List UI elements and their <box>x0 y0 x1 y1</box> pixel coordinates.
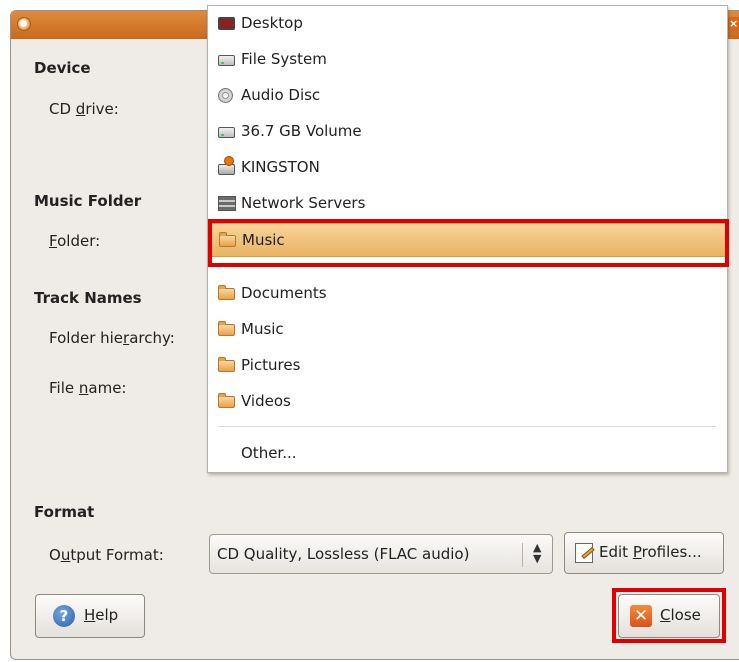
section-music-folder: Music Folder <box>34 192 142 210</box>
drive-icon <box>218 52 236 67</box>
menu-item-label: Desktop <box>241 14 303 32</box>
menu-item-pictures[interactable]: Pictures <box>209 349 726 383</box>
menu-item-videos[interactable]: Videos <box>209 385 726 419</box>
spin-arrows-icon: ▲ ▼ <box>533 541 542 565</box>
folder-icon <box>218 321 236 337</box>
output-format-select[interactable]: CD Quality, Lossless (FLAC audio) ▲ ▼ <box>209 534 553 574</box>
menu-item-label: KINGSTON <box>241 158 320 176</box>
menu-item-label: Other... <box>241 444 297 462</box>
menu-item-music[interactable]: Music <box>209 313 726 347</box>
menu-item-audio-disc[interactable]: Audio Disc <box>209 79 726 113</box>
menu-item-label: 36.7 GB Volume <box>241 122 362 140</box>
folder-label: Folder: <box>49 232 101 250</box>
usb-drive-icon <box>218 156 236 175</box>
menu-item-label: Music <box>242 231 285 249</box>
close-icon: ✕ <box>630 605 652 627</box>
section-format: Format <box>34 503 95 521</box>
menu-item-desktop[interactable]: Desktop <box>209 7 726 41</box>
edit-profiles-button[interactable]: Edit Profiles... <box>564 532 724 574</box>
menu-item-label: Network Servers <box>241 194 366 212</box>
close-label: Close <box>660 606 701 624</box>
help-label: Help <box>84 606 119 624</box>
audio-disc-icon <box>218 88 236 103</box>
menu-separator <box>218 426 716 427</box>
menu-item-label: Videos <box>241 392 291 410</box>
folder-dropdown-menu: Desktop File System Audio Disc 36.7 GB V… <box>207 5 728 473</box>
menu-item-kingston[interactable]: KINGSTON <box>209 151 726 185</box>
window-close-icon[interactable]: × <box>727 17 739 31</box>
desktop-icon <box>218 16 236 31</box>
edit-profiles-label: Edit Profiles... <box>599 543 702 561</box>
menu-item-label: Audio Disc <box>241 86 321 104</box>
menu-item-other[interactable]: Other... <box>209 437 726 471</box>
output-format-value: CD Quality, Lossless (FLAC audio) <box>217 545 470 563</box>
menu-item-file-system[interactable]: File System <box>209 43 726 77</box>
combo-divider <box>522 543 523 567</box>
section-track-names: Track Names <box>34 289 142 307</box>
folder-icon <box>219 232 237 248</box>
drive-icon <box>218 124 236 139</box>
menu-item-label: Music <box>241 320 284 338</box>
menu-item-documents[interactable]: Documents <box>209 277 726 311</box>
folder-hierarchy-label: Folder hierarchy: <box>49 329 175 347</box>
edit-document-icon <box>575 543 593 563</box>
folder-icon <box>218 357 236 373</box>
help-icon: ? <box>53 605 75 627</box>
menu-item-label: Documents <box>241 284 327 302</box>
close-button[interactable]: ✕ Close <box>618 594 720 638</box>
folder-icon <box>218 285 236 301</box>
menu-item-music-selected[interactable]: Music <box>209 223 726 257</box>
file-name-label: File name: <box>49 379 127 397</box>
cd-drive-label: CD drive: <box>49 100 119 118</box>
menu-item-label: Pictures <box>241 356 301 374</box>
network-icon <box>218 196 236 211</box>
menu-separator <box>218 264 716 265</box>
menu-item-network-servers[interactable]: Network Servers <box>209 187 726 221</box>
menu-item-volume[interactable]: 36.7 GB Volume <box>209 115 726 149</box>
app-icon <box>17 17 31 31</box>
section-device: Device <box>34 59 91 77</box>
menu-item-label: File System <box>241 50 327 68</box>
folder-icon <box>218 393 236 409</box>
help-button[interactable]: ? Help <box>35 594 145 638</box>
output-format-label: Output Format: <box>49 546 164 564</box>
